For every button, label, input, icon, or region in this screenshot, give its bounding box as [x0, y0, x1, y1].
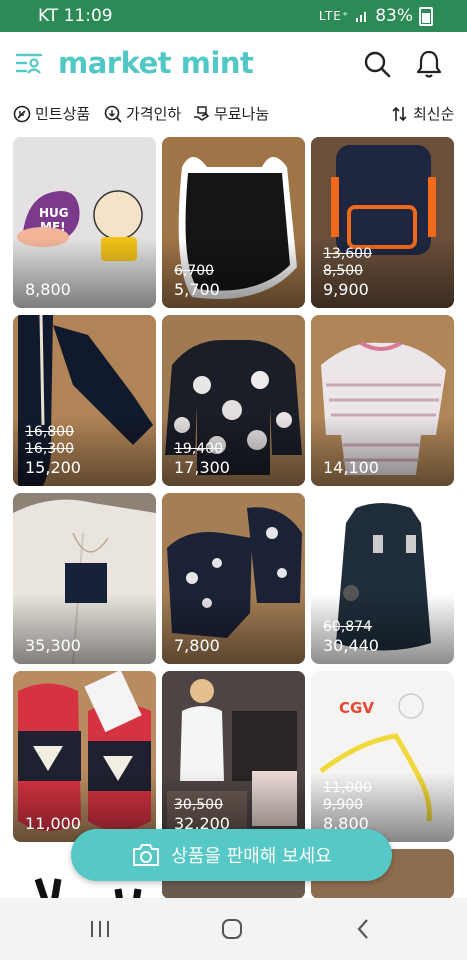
status-bar: KT 11:09 LTE⁺ 83%	[0, 0, 467, 32]
app-logo: market mint	[58, 46, 254, 80]
camera-icon	[133, 844, 160, 866]
product-price: 17,300	[174, 458, 230, 477]
product-price: 14,100	[323, 458, 379, 477]
product-original-price: 13,600	[323, 246, 372, 262]
product-card[interactable]: HUG ME! 8,800	[13, 137, 156, 308]
filter-price-drop[interactable]: 가격인하	[104, 103, 181, 124]
product-price: 7,800	[174, 636, 220, 655]
product-price: 35,300	[25, 636, 81, 655]
product-original-price: 19,400	[174, 441, 223, 457]
status-indicators: LTE⁺	[318, 9, 350, 23]
product-card[interactable]: 60,874 30,440	[311, 493, 454, 664]
product-card[interactable]: 6,700 5,700	[162, 137, 305, 308]
product-card[interactable]: 19,400 17,300	[162, 315, 305, 486]
back-icon[interactable]	[343, 914, 383, 944]
product-card[interactable]: 13,600 8,500 9,900	[311, 137, 454, 308]
battery-percent: 83%	[375, 6, 413, 26]
product-price: 8,800	[25, 280, 71, 299]
status-right: LTE⁺ 83%	[319, 6, 433, 26]
product-original-price: 30,500	[174, 797, 223, 813]
product-original-price: 11,000	[323, 780, 372, 796]
product-card[interactable]: 16,800 16,300 15,200	[13, 315, 156, 486]
product-original-price: 6,700	[174, 263, 215, 279]
product-card[interactable]: 30,500 32,200	[162, 671, 305, 842]
product-card[interactable]: 35,300	[13, 493, 156, 664]
sort-label: 최신순	[413, 105, 455, 123]
status-carrier-time: KT 11:09	[38, 6, 113, 26]
giving-hand-icon	[194, 105, 209, 121]
profile-menu-icon[interactable]	[16, 52, 42, 74]
product-price: 15,200	[25, 458, 81, 477]
product-original-price: 9,900	[323, 797, 364, 813]
search-icon[interactable]	[363, 50, 391, 78]
product-original-price: 16,300	[25, 441, 74, 457]
signal-icon	[356, 12, 367, 22]
product-original-price: 60,874	[323, 619, 372, 635]
battery-icon	[419, 6, 433, 26]
product-original-price: 8,500	[323, 263, 364, 279]
sort-dropdown[interactable]: 최신순	[391, 103, 454, 124]
filter-free-giving[interactable]: 무료나눔	[192, 103, 269, 124]
product-card[interactable]: 14,100	[311, 315, 454, 486]
sell-button-label: 상품을 판매해 보세요	[171, 846, 332, 867]
sort-arrows-icon	[392, 106, 407, 121]
filter-label: 민트상품	[35, 105, 91, 123]
product-card[interactable]: 11,000	[13, 671, 156, 842]
app-header: market mint	[0, 32, 467, 94]
filter-bar: 민트상품 가격인하 무료나눔 최신순	[0, 94, 467, 134]
filter-mint-products[interactable]: 민트상품	[13, 103, 90, 124]
product-original-price: 16,800	[25, 424, 74, 440]
svg-text:CGV: CGV	[339, 699, 374, 717]
leaf-icon	[13, 105, 31, 122]
product-card[interactable]: CGV 11,000 9,900 8,800	[311, 671, 454, 842]
product-price: 5,700	[174, 280, 220, 299]
notification-bell-icon[interactable]	[415, 49, 443, 79]
filter-label: 무료나눔	[214, 105, 270, 123]
product-price: 11,000	[25, 814, 81, 833]
price-drop-icon	[104, 105, 122, 123]
svg-text:HUG: HUG	[39, 206, 69, 220]
recent-apps-icon[interactable]	[80, 914, 120, 944]
sell-product-button[interactable]: 상품을 판매해 보세요	[71, 829, 392, 881]
product-price: 9,900	[323, 280, 369, 299]
product-price: 30,440	[323, 636, 379, 655]
system-nav-bar	[0, 898, 467, 960]
filter-label: 가격인하	[126, 105, 182, 123]
home-icon[interactable]	[212, 914, 252, 944]
product-card[interactable]: 7,800	[162, 493, 305, 664]
